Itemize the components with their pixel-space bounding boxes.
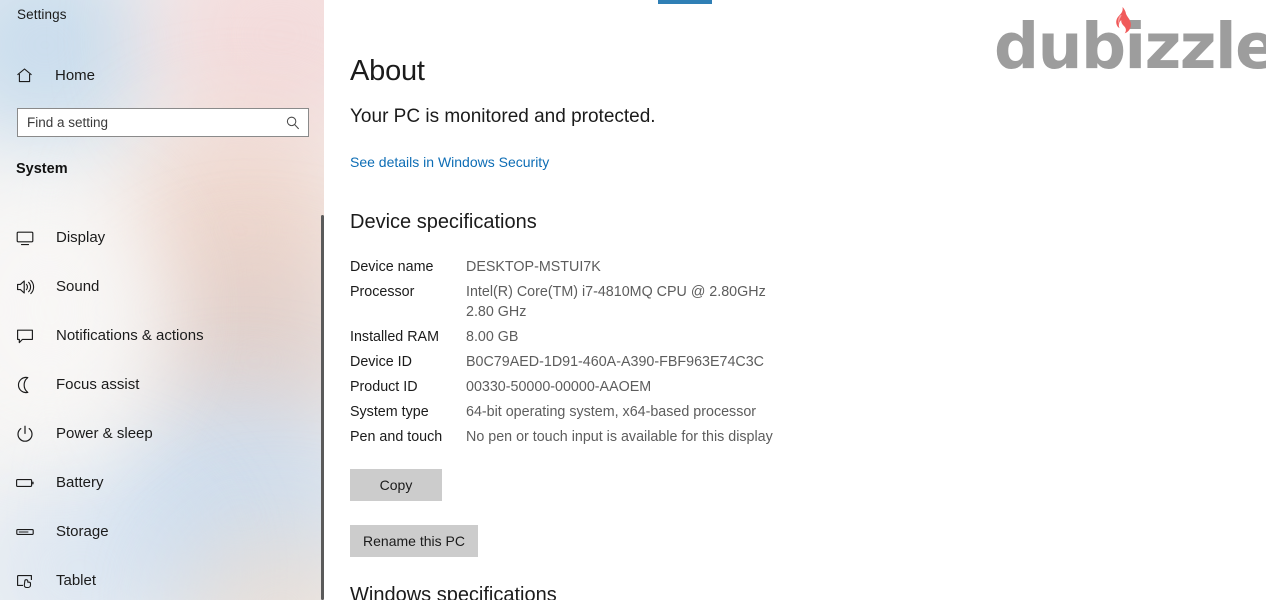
spec-value: 8.00 GB <box>466 329 519 345</box>
speaker-icon <box>15 277 43 297</box>
spec-row: Device name DESKTOP-MSTUI7K <box>350 257 1110 277</box>
spec-row: Device ID B0C79AED-1D91-460A-A390-FBF963… <box>350 352 1110 372</box>
sidebar-item-label: Tablet <box>56 572 97 589</box>
search-box[interactable] <box>17 108 309 137</box>
moon-icon <box>15 375 43 395</box>
sidebar-scrollbar[interactable] <box>320 213 324 600</box>
page-title: About <box>350 55 425 87</box>
sidebar-item-battery[interactable]: Battery <box>0 458 312 507</box>
spec-label: Product ID <box>350 379 418 395</box>
windows-security-link[interactable]: See details in Windows Security <box>350 154 549 170</box>
device-specifications-heading: Device specifications <box>350 211 537 233</box>
spec-value: Intel(R) Core(TM) i7-4810MQ CPU @ 2.80GH… <box>466 284 766 320</box>
battery-icon <box>15 473 43 493</box>
rename-pc-button[interactable]: Rename this PC <box>350 525 478 557</box>
sidebar-item-label: Sound <box>56 278 100 295</box>
chat-bubble-icon <box>15 326 43 346</box>
home-icon <box>15 66 41 85</box>
device-specifications-table: Device name DESKTOP-MSTUI7K Processor In… <box>350 257 1110 452</box>
drive-icon <box>15 522 43 542</box>
sidebar-item-label: Storage <box>56 523 109 540</box>
spec-value: DESKTOP-MSTUI7K <box>466 259 601 275</box>
search-input[interactable] <box>27 115 284 130</box>
copy-button[interactable]: Copy <box>350 469 442 501</box>
monitor-icon <box>15 228 43 248</box>
sidebar-item-power-sleep[interactable]: Power & sleep <box>0 409 312 458</box>
spec-label: Processor <box>350 284 415 300</box>
sidebar-nav-list: Display Sound Notifications & actions Fo… <box>0 213 312 600</box>
windows-specifications-heading: Windows specifications <box>350 584 557 600</box>
sidebar-section-header: System <box>16 161 68 177</box>
sidebar-item-tablet[interactable]: Tablet <box>0 556 312 600</box>
sidebar-item-label: Notifications & actions <box>56 327 204 344</box>
tablet-touch-icon <box>15 571 43 591</box>
power-icon <box>15 424 43 444</box>
sidebar-item-home-label: Home <box>55 66 96 84</box>
spec-value: 00330-50000-00000-AAOEM <box>466 379 652 395</box>
sidebar-item-sound[interactable]: Sound <box>0 262 312 311</box>
sidebar-item-notifications[interactable]: Notifications & actions <box>0 311 312 360</box>
sidebar-item-label: Focus assist <box>56 376 140 393</box>
sidebar-item-display[interactable]: Display <box>0 213 312 262</box>
spec-value: 64-bit operating system, x64-based proce… <box>466 404 757 420</box>
spec-row: Pen and touch No pen or touch input is a… <box>350 427 1110 447</box>
settings-window: Settings Home Find a setting System Disp… <box>0 0 1266 600</box>
navigation-sidebar: Settings Home Find a setting System Disp… <box>0 0 324 600</box>
spec-value: No pen or touch input is available for t… <box>466 429 773 445</box>
sidebar-item-label: Power & sleep <box>56 425 153 442</box>
active-tab-indicator <box>658 0 712 4</box>
sidebar-item-label: Battery <box>56 474 104 491</box>
sidebar-item-label: Display <box>56 229 106 246</box>
spec-label: System type <box>350 404 429 420</box>
spec-label: Pen and touch <box>350 429 443 445</box>
sidebar-item-focus-assist[interactable]: Focus assist <box>0 360 312 409</box>
spec-label: Device ID <box>350 354 412 370</box>
app-title: Settings <box>17 7 67 22</box>
sidebar-item-home[interactable]: Home <box>0 60 310 90</box>
sidebar-scrollbar-thumb[interactable] <box>321 215 324 600</box>
protection-status-text: Your PC is monitored and protected. <box>350 106 656 127</box>
spec-row: Processor Intel(R) Core(TM) i7-4810MQ CP… <box>350 282 1110 322</box>
spec-label: Installed RAM <box>350 329 439 345</box>
sidebar-item-storage[interactable]: Storage <box>0 507 312 556</box>
search-icon[interactable] <box>284 115 302 131</box>
main-content: About Your PC is monitored and protected… <box>324 0 1266 600</box>
spec-value: B0C79AED-1D91-460A-A390-FBF963E74C3C <box>466 354 765 370</box>
spec-row: Product ID 00330-50000-00000-AAOEM <box>350 377 1110 397</box>
spec-row: System type 64-bit operating system, x64… <box>350 402 1110 422</box>
spec-label: Device name <box>350 259 434 275</box>
spec-row: Installed RAM 8.00 GB <box>350 327 1110 347</box>
